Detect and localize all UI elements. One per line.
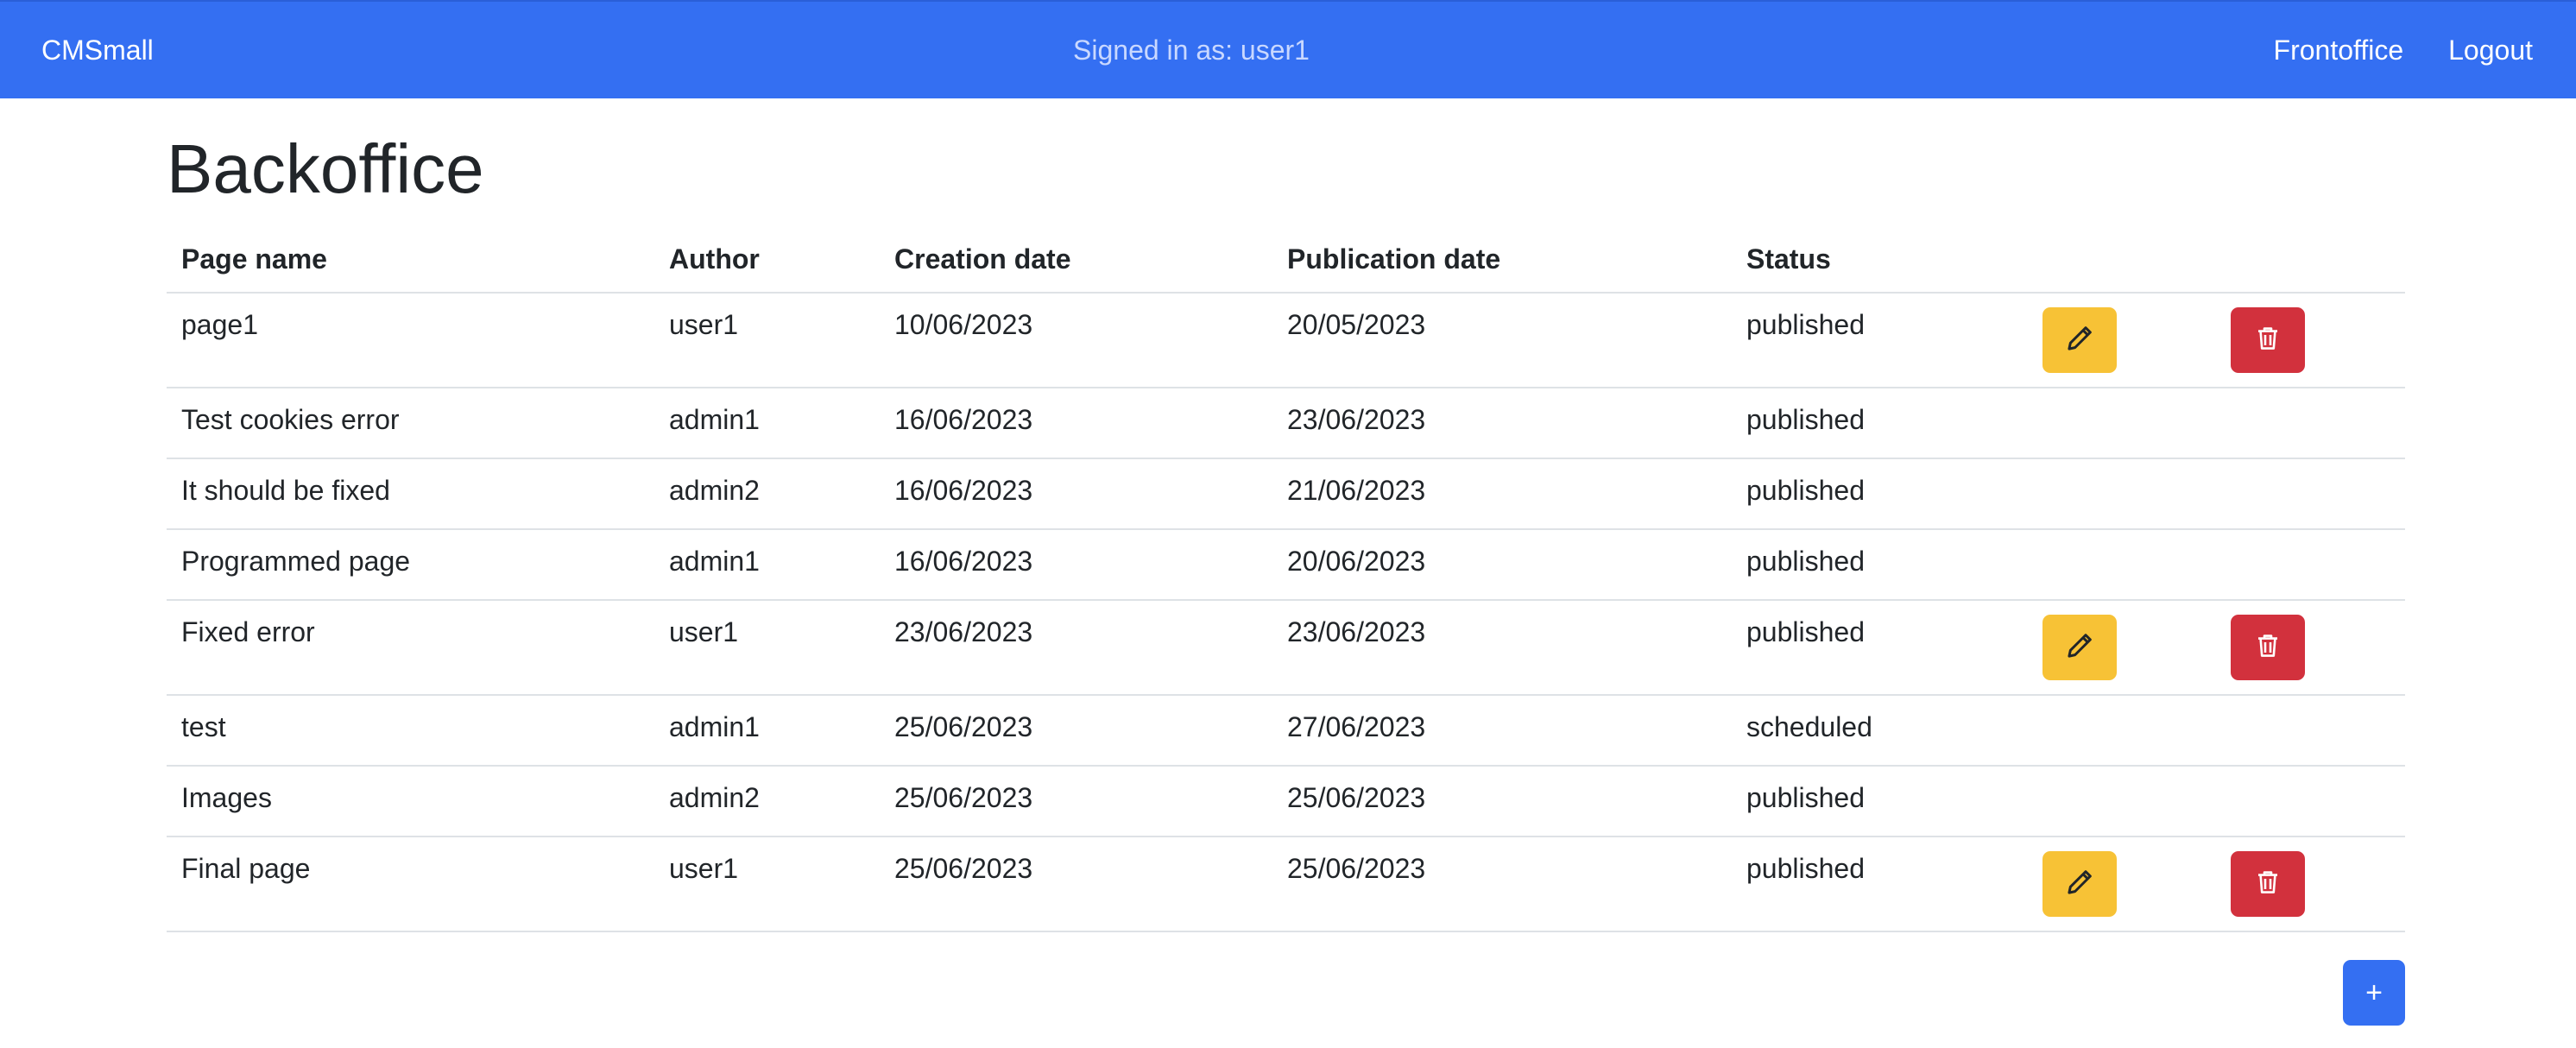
delete-page-button[interactable]	[2231, 307, 2305, 373]
cell-creation-date: 10/06/2023	[894, 309, 1033, 340]
delete-page-button[interactable]	[2231, 615, 2305, 680]
cell-status: published	[1746, 546, 1865, 577]
table-row: Test cookies error admin1 16/06/2023 23/…	[167, 388, 2405, 459]
cell-page-name: Final page	[181, 853, 311, 884]
signed-in-text: Signed in as: user1	[1073, 35, 1310, 66]
trash-icon	[2254, 631, 2282, 665]
pencil-icon	[2065, 631, 2094, 665]
table-row: Final page user1 25/06/2023 25/06/2023 p…	[167, 837, 2405, 932]
cell-creation-date: 25/06/2023	[894, 853, 1033, 884]
pencil-icon	[2065, 324, 2094, 357]
logout-link[interactable]: Logout	[2448, 35, 2533, 66]
cell-author: admin2	[669, 782, 760, 813]
cell-publication-date: 27/06/2023	[1287, 711, 1426, 742]
cell-creation-date: 16/06/2023	[894, 404, 1033, 435]
pencil-icon	[2065, 868, 2094, 901]
header-page-name: Page name	[181, 243, 327, 275]
cell-author: user1	[669, 853, 739, 884]
cell-author: admin1	[669, 711, 760, 742]
cell-author: admin1	[669, 404, 760, 435]
table-row: page1 user1 10/06/2023 20/05/2023 publis…	[167, 294, 2405, 388]
cell-creation-date: 16/06/2023	[894, 546, 1033, 577]
add-page-button[interactable]: +	[2343, 960, 2405, 1026]
table-row: Images admin2 25/06/2023 25/06/2023 publ…	[167, 767, 2405, 837]
header-author: Author	[669, 243, 760, 275]
edit-page-button[interactable]	[2042, 851, 2117, 917]
trash-icon	[2254, 324, 2282, 357]
cell-author: user1	[669, 309, 739, 340]
page-title: Backoffice	[167, 130, 484, 207]
cell-page-name: test	[181, 711, 226, 742]
cell-creation-date: 25/06/2023	[894, 711, 1033, 742]
cell-author: admin2	[669, 475, 760, 506]
navbar: CMSmall Signed in as: user1 Frontoffice …	[0, 0, 2576, 98]
cell-status: published	[1746, 853, 1865, 884]
table-row: Programmed page admin1 16/06/2023 20/06/…	[167, 530, 2405, 601]
cell-status: published	[1746, 782, 1865, 813]
header-publication-date: Publication date	[1287, 243, 1501, 275]
cell-status: published	[1746, 404, 1865, 435]
cell-author: user1	[669, 616, 739, 647]
cell-publication-date: 20/05/2023	[1287, 309, 1426, 340]
trash-icon	[2254, 868, 2282, 901]
cell-publication-date: 21/06/2023	[1287, 475, 1426, 506]
cell-publication-date: 23/06/2023	[1287, 616, 1426, 647]
cell-publication-date: 20/06/2023	[1287, 546, 1426, 577]
table-row: test admin1 25/06/2023 27/06/2023 schedu…	[167, 696, 2405, 767]
cell-publication-date: 25/06/2023	[1287, 782, 1426, 813]
table-body: page1 user1 10/06/2023 20/05/2023 publis…	[167, 294, 2405, 932]
cell-status: scheduled	[1746, 711, 1872, 742]
cell-page-name: Programmed page	[181, 546, 411, 577]
nav-links: Frontoffice Logout	[2274, 35, 2533, 66]
cell-page-name: Images	[181, 782, 272, 813]
edit-page-button[interactable]	[2042, 615, 2117, 680]
cell-publication-date: 23/06/2023	[1287, 404, 1426, 435]
table-row: Fixed error user1 23/06/2023 23/06/2023 …	[167, 601, 2405, 696]
cell-page-name: It should be fixed	[181, 475, 390, 506]
cell-status: published	[1746, 616, 1865, 647]
cell-publication-date: 25/06/2023	[1287, 853, 1426, 884]
cell-page-name: Test cookies error	[181, 404, 400, 435]
cell-page-name: Fixed error	[181, 616, 315, 647]
cell-author: admin1	[669, 546, 760, 577]
frontoffice-link[interactable]: Frontoffice	[2274, 35, 2404, 66]
cell-creation-date: 25/06/2023	[894, 782, 1033, 813]
table-header-row: Page name Author Creation date Publicati…	[167, 226, 2405, 294]
header-status: Status	[1746, 243, 1831, 275]
cell-creation-date: 23/06/2023	[894, 616, 1033, 647]
table-row: It should be fixed admin2 16/06/2023 21/…	[167, 459, 2405, 530]
cell-status: published	[1746, 475, 1865, 506]
cell-page-name: page1	[181, 309, 258, 340]
cell-status: published	[1746, 309, 1865, 340]
delete-page-button[interactable]	[2231, 851, 2305, 917]
pages-table: Page name Author Creation date Publicati…	[167, 226, 2405, 932]
edit-page-button[interactable]	[2042, 307, 2117, 373]
cell-creation-date: 16/06/2023	[894, 475, 1033, 506]
header-creation-date: Creation date	[894, 243, 1071, 275]
